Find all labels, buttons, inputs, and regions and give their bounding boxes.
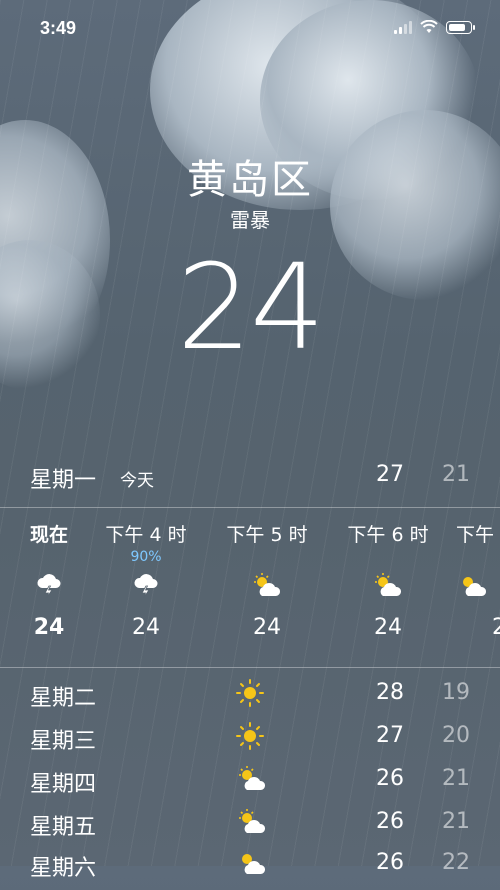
daily-row: 星期二 28 19 [30,679,470,720]
today-tag: 今天 [120,471,154,491]
daily-low: 19 [442,680,470,705]
hour-time: 现在 [29,524,68,546]
partly-sunny-icon [375,573,402,596]
daily-row: 星期四 26 21 [30,766,470,806]
wifi-icon [420,20,438,33]
status-time: 3:49 [40,18,77,38]
hour-temp: 24 [374,615,402,640]
current-temperature: 24 [176,238,325,376]
partly-sunny-icon [463,577,487,596]
partly-sunny-icon [254,573,281,596]
status-icons [394,20,475,34]
hourly-item: 下午 4 时 90% 24 [91,520,201,640]
divider-top [0,507,500,508]
today-row: 星期一 今天 27 21 [30,462,470,493]
daily-high: 28 [376,680,404,705]
daily-day: 星期六 [30,856,97,881]
daily-day: 星期二 [30,686,97,711]
partly-sunny-icon [239,809,266,833]
daily-row: 星期五 26 21 [30,809,470,849]
thunderstorm-icon [134,574,158,598]
daily-high: 27 [376,723,404,748]
daily-row: 星期三 27 20 [30,722,470,763]
daily-low: 20 [442,723,470,748]
battery-icon [446,20,475,34]
weather-condition: 雷暴 [230,208,270,232]
hour-time: 下午 6 时 [347,524,429,546]
divider-bottom [0,667,500,668]
partly-sunny-icon [242,854,266,874]
today-low: 21 [442,462,470,487]
today-high: 27 [376,462,404,487]
thunderstorm-icon [37,574,61,598]
hourly-item: 下午 2 [456,520,500,640]
hour-precip: 90% [130,549,162,565]
hourly-item: 现在 24 [0,520,104,640]
hour-time: 下午 4 时 [105,524,187,546]
sunny-icon [236,679,264,707]
hour-temp: 2 [492,615,500,640]
hour-precip [456,549,500,567]
daily-day: 星期四 [30,772,97,797]
hour-time: 下午 5 时 [226,524,308,546]
daily-high: 26 [376,766,404,791]
daily-day: 星期五 [30,815,97,840]
hour-temp: 24 [253,615,281,640]
hourly-item: 下午 6 时 24 [333,520,443,640]
hour-precip [0,549,104,567]
sunny-icon [236,722,264,750]
daily-low: 21 [442,766,470,791]
hour-temp: 24 [132,615,160,640]
signal-icon [394,20,412,34]
daily-row: 星期六 26 22 [30,850,470,890]
hour-precip [333,549,443,567]
daily-high: 26 [376,809,404,834]
hour-temp: 24 [33,615,65,640]
daily-low: 21 [442,809,470,834]
today-day: 星期一 [30,468,97,493]
daily-low: 22 [442,850,470,875]
partly-sunny-icon [239,766,266,790]
hour-time: 下午 [456,524,495,546]
daily-high: 26 [376,850,404,875]
hour-precip [212,549,322,567]
daily-day: 星期三 [30,729,97,754]
city-name: 黄岛区 [187,157,313,203]
hourly-item: 下午 5 时 24 [212,520,322,640]
